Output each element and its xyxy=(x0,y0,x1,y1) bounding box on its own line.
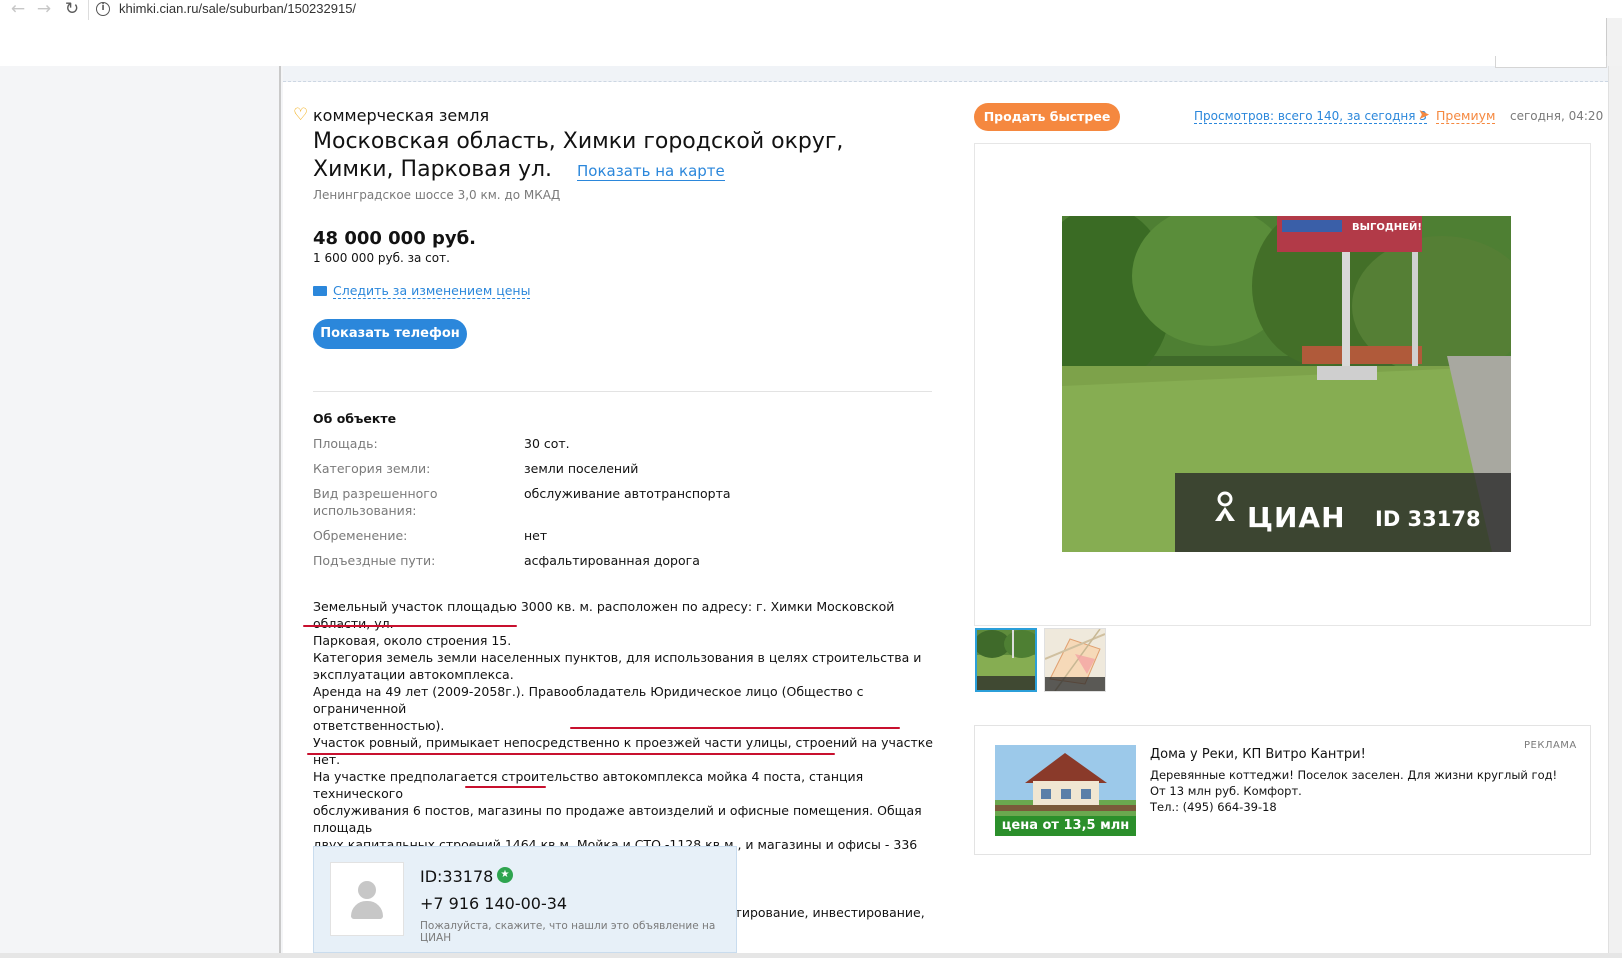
listing-address: Московская область, Химки городской окру… xyxy=(313,128,913,185)
toolbar-divider xyxy=(88,0,89,20)
forward-arrow-icon[interactable]: → xyxy=(34,0,54,20)
prop-value: обслуживание автотранспорта xyxy=(524,486,731,501)
ad-label: РЕКЛАМА xyxy=(1524,740,1577,751)
back-arrow-icon[interactable]: ← xyxy=(8,0,28,20)
agent-phone[interactable]: +7 916 140-00-34 xyxy=(420,894,567,913)
photo-watermark: ЦИАН ID 33178 xyxy=(1175,473,1511,552)
premium-link[interactable]: Премиум xyxy=(1436,108,1496,124)
red-underline xyxy=(307,753,835,755)
description-line: Парковая, около строения 15. xyxy=(313,633,512,648)
prop-value: земли поселений xyxy=(524,461,639,476)
envelope-icon xyxy=(313,286,327,296)
thumbnail-watermark xyxy=(1045,677,1105,691)
ad-image[interactable]: цена от 13,5 млн xyxy=(995,745,1136,836)
left-gutter xyxy=(0,66,281,958)
description-line: Категория земель земли населенных пункто… xyxy=(313,650,922,665)
ad-price-badge: цена от 13,5 млн xyxy=(995,816,1136,836)
top-strip xyxy=(283,66,1608,82)
description-line: Аренда на 49 лет (2009-2058г.). Правообл… xyxy=(313,684,864,716)
window-edge xyxy=(1606,18,1622,66)
prop-value: асфальтированная дорога xyxy=(524,553,700,568)
prop-value: 30 сот. xyxy=(524,436,570,451)
description-line: эксплуатации автокомплекса. xyxy=(313,667,514,682)
ad-block[interactable]: цена от 13,5 млн РЕКЛАМА Дома у Реки, КП… xyxy=(974,725,1591,855)
red-underline xyxy=(303,625,517,627)
watermark-id: ID 33178 xyxy=(1375,507,1481,531)
about-title: Об объекте xyxy=(313,411,397,426)
top-strip-box xyxy=(1495,56,1607,68)
avatar-head-shape xyxy=(358,881,376,899)
gallery-thumbnail[interactable] xyxy=(1044,628,1106,692)
listing-kind: коммерческая земля xyxy=(313,106,490,125)
red-underline xyxy=(465,786,546,788)
highway-distance: Ленинградское шоссе 3,0 км. до МКАД xyxy=(313,188,561,202)
show-phone-button[interactable]: Показать телефон xyxy=(313,319,467,349)
address-bar-url[interactable]: khimki.cian.ru/sale/suburban/150232915/ xyxy=(119,1,356,16)
agent-card: ID:33178 ★ +7 916 140-00-34 Пожалуйста, … xyxy=(313,846,737,953)
prop-label: Вид разрешенного использования: xyxy=(313,486,438,518)
reload-icon[interactable]: ↻ xyxy=(62,0,82,20)
show-map-link[interactable]: Показать на карте xyxy=(577,162,725,181)
thumbnail-watermark xyxy=(977,676,1035,690)
description-line: ответственностью). xyxy=(313,718,445,733)
red-underline xyxy=(570,727,900,729)
price: 48 000 000 руб. xyxy=(313,228,477,249)
browser-toolbar: ← → ↻ i khimki.cian.ru/sale/suburban/150… xyxy=(0,0,1622,66)
verified-badge-icon: ★ xyxy=(497,867,513,883)
ad-phone: Тел.: (495) 664-39-18 xyxy=(1150,800,1277,814)
avatar-body-shape xyxy=(351,901,383,919)
views-link[interactable]: Просмотров: всего 140, за сегодня 3 xyxy=(1194,109,1427,124)
ad-description: Деревянные коттеджи! Поселок заселен. Дл… xyxy=(1150,768,1558,798)
ad-title[interactable]: Дома у Реки, КП Витро Кантри! xyxy=(1150,747,1366,762)
bottom-bar xyxy=(0,953,1622,958)
publish-date: сегодня, 04:20 xyxy=(1510,109,1604,123)
prop-label: Подъездные пути: xyxy=(313,553,436,568)
page-scrollbar[interactable] xyxy=(1608,66,1622,958)
agent-id: ID:33178 xyxy=(420,867,494,886)
avatar xyxy=(330,862,404,936)
site-info-icon[interactable]: i xyxy=(96,2,110,16)
price-per-sotka: 1 600 000 руб. за сот. xyxy=(313,251,450,265)
agent-note: Пожалуйста, скажите, что нашли это объяв… xyxy=(420,920,716,944)
cian-pin-icon xyxy=(1215,491,1235,521)
cian-logo: ЦИАН xyxy=(1247,501,1346,534)
description-line: Участок ровный, примыкает непосредственн… xyxy=(313,735,933,767)
gallery-thumbnail[interactable] xyxy=(975,628,1037,692)
prop-label: Категория земли: xyxy=(313,461,431,476)
rocket-icon: ➤ xyxy=(1418,107,1430,123)
section-divider xyxy=(313,391,932,392)
track-price-link[interactable]: Следить за изменением цены xyxy=(333,283,531,299)
prop-label: Площадь: xyxy=(313,436,378,451)
description-line: На участке предполагается строительство … xyxy=(313,769,864,801)
favorite-heart-icon[interactable]: ♡ xyxy=(293,106,308,124)
prop-value: нет xyxy=(524,528,548,543)
description-line: обслуживания 6 постов, магазины по прода… xyxy=(313,803,922,835)
prop-label: Обременение: xyxy=(313,528,408,543)
billboard-text: ВЫГОДНЕЙ! xyxy=(1352,220,1422,233)
sell-faster-button[interactable]: Продать быстрее xyxy=(974,103,1120,131)
